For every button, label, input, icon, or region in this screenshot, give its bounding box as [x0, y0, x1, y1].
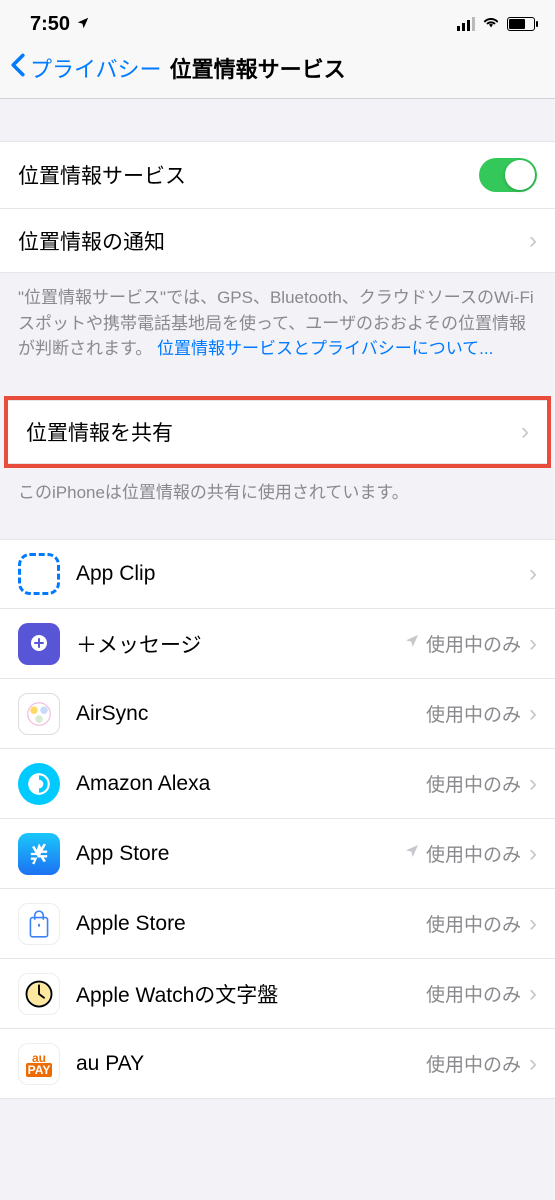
app-status-label: 使用中のみ	[426, 700, 521, 727]
chevron-right-icon: ›	[521, 418, 529, 446]
location-services-description: "位置情報サービス"では、GPS、Bluetooth、クラウドソースのWi-Fi…	[0, 273, 555, 374]
chevron-right-icon: ›	[529, 1050, 537, 1078]
app-name-label: App Store	[76, 842, 404, 866]
chevron-right-icon: ›	[529, 770, 537, 798]
chevron-right-icon: ›	[529, 227, 537, 255]
app-status-label: 使用中のみ	[426, 980, 521, 1007]
app-status-label: 使用中のみ	[426, 1050, 521, 1077]
app-row-alexa[interactable]: Amazon Alexa使用中のみ ›	[0, 749, 555, 819]
app-row-appstore[interactable]: App Store使用中のみ ›	[0, 819, 555, 889]
app-status-label: 使用中のみ	[404, 630, 521, 657]
wifi-icon	[481, 13, 501, 36]
app-row-aupay[interactable]: auPAY au PAY使用中のみ ›	[0, 1029, 555, 1099]
chevron-right-icon: ›	[529, 700, 537, 728]
location-services-toggle[interactable]	[479, 158, 537, 192]
app-name-label: AirSync	[76, 702, 426, 726]
status-bar: 7:50	[0, 0, 555, 44]
share-location-label: 位置情報を共有	[26, 417, 513, 447]
appstore-icon	[18, 833, 60, 875]
nav-bar: プライバシー 位置情報サービス	[0, 44, 555, 99]
app-row-airsync[interactable]: AirSync使用中のみ ›	[0, 679, 555, 749]
app-status-label: 使用中のみ	[404, 840, 521, 867]
location-arrow-icon	[404, 843, 420, 864]
airsync-icon	[18, 693, 60, 735]
chevron-right-icon: ›	[529, 840, 537, 868]
app-name-label: App Clip	[76, 562, 521, 586]
app-name-label: Amazon Alexa	[76, 772, 426, 796]
app-name-label: Apple Watchの文字盤	[76, 979, 426, 1009]
app-status-label: 使用中のみ	[426, 770, 521, 797]
appclip-icon	[18, 553, 60, 595]
cellular-icon	[457, 17, 475, 31]
alexa-icon	[18, 763, 60, 805]
app-name-label: au PAY	[76, 1052, 426, 1076]
chevron-left-icon	[10, 53, 26, 83]
app-name-label: Apple Store	[76, 912, 426, 936]
status-time: 7:50	[30, 13, 70, 36]
location-arrow-icon	[404, 633, 420, 654]
app-row-watch[interactable]: Apple Watchの文字盤使用中のみ ›	[0, 959, 555, 1029]
back-button[interactable]: プライバシー	[10, 52, 162, 84]
chevron-right-icon: ›	[529, 560, 537, 588]
location-services-row[interactable]: 位置情報サービス	[0, 141, 555, 209]
share-location-footer: このiPhoneは位置情報の共有に使用されています。	[0, 468, 555, 518]
highlight-annotation: 位置情報を共有 ›	[4, 396, 551, 468]
location-indicator-icon	[76, 13, 90, 36]
app-list: App Clip›＋メッセージ使用中のみ›AirSync使用中のみ›Amazon…	[0, 539, 555, 1099]
location-alerts-row[interactable]: 位置情報の通知 ›	[0, 209, 555, 273]
plusmsg-icon	[18, 623, 60, 665]
app-status-label: 使用中のみ	[426, 910, 521, 937]
aupay-icon: auPAY	[18, 1043, 60, 1085]
page-title: 位置情報サービス	[170, 52, 346, 84]
watch-icon	[18, 973, 60, 1015]
app-row-plusmsg[interactable]: ＋メッセージ使用中のみ ›	[0, 609, 555, 679]
applestore-icon	[18, 903, 60, 945]
share-location-row[interactable]: 位置情報を共有 ›	[8, 400, 547, 464]
chevron-right-icon: ›	[529, 910, 537, 938]
back-label: プライバシー	[30, 52, 162, 84]
location-services-label: 位置情報サービス	[18, 160, 479, 190]
location-alerts-label: 位置情報の通知	[18, 226, 521, 256]
battery-icon	[507, 17, 535, 31]
chevron-right-icon: ›	[529, 630, 537, 658]
privacy-link[interactable]: 位置情報サービスとプライバシーについて...	[157, 339, 493, 358]
app-row-applestore[interactable]: Apple Store使用中のみ ›	[0, 889, 555, 959]
app-name-label: ＋メッセージ	[76, 629, 404, 659]
chevron-right-icon: ›	[529, 980, 537, 1008]
app-row-appclip[interactable]: App Clip ›	[0, 539, 555, 609]
